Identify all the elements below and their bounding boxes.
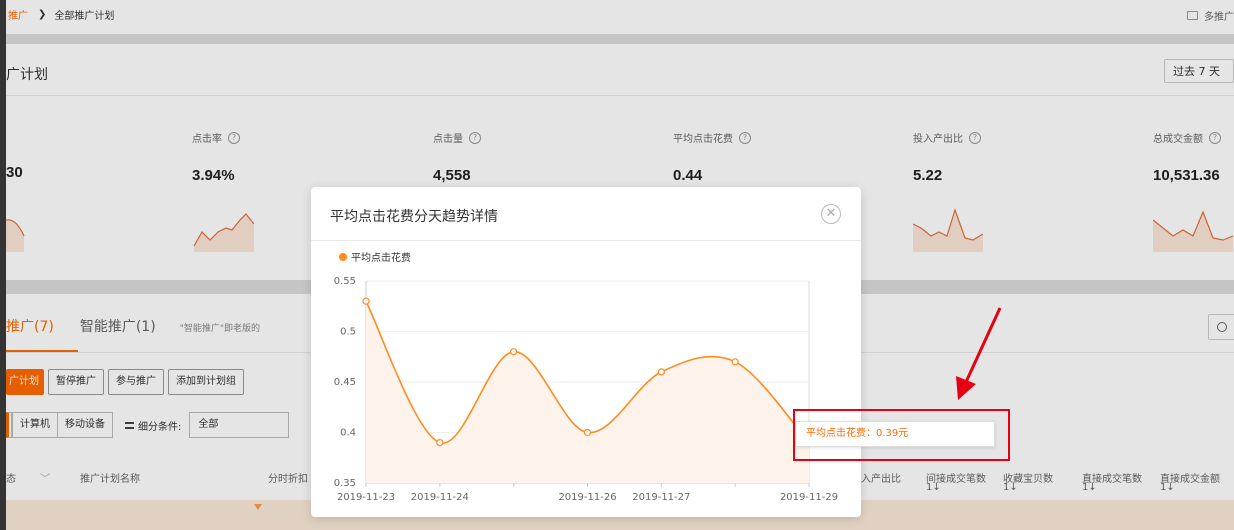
data-point [510,348,518,356]
x-tick-label: 2019-11-27 [632,492,690,503]
data-point [436,439,444,447]
data-point [583,428,592,437]
y-tick-label: 0.35 [334,478,356,489]
trend-modal: 平均点击花费分天趋势详情 ✕ 平均点击花费 0.55 0.5 0.45 0.4 0.35 2… [311,187,861,517]
x-tick-label: 2019-11-23 [337,492,395,503]
x-tick-label: 2019-11-24 [411,492,469,503]
y-tick-label: 0.4 [340,428,356,439]
y-tick-label: 0.5 [340,327,356,338]
legend-marker [339,253,347,261]
legend-label: 平均点击花费 [351,251,411,264]
x-tick-label: 2019-11-26 [558,492,616,503]
series-area [366,301,809,483]
y-tick-label: 0.55 [334,276,356,287]
annotation-arrow-icon [956,307,1002,400]
data-point [657,368,665,376]
x-tick-label: 2019-11-29 [780,492,838,503]
annotation-highlight-box [793,409,1010,461]
data-point [362,297,370,305]
trend-chart[interactable]: 平均点击花费 0.55 0.5 0.45 0.4 0.35 2019-11-23 2019-1… [311,187,861,517]
y-tick-label: 0.45 [334,377,356,388]
data-point [731,358,739,366]
